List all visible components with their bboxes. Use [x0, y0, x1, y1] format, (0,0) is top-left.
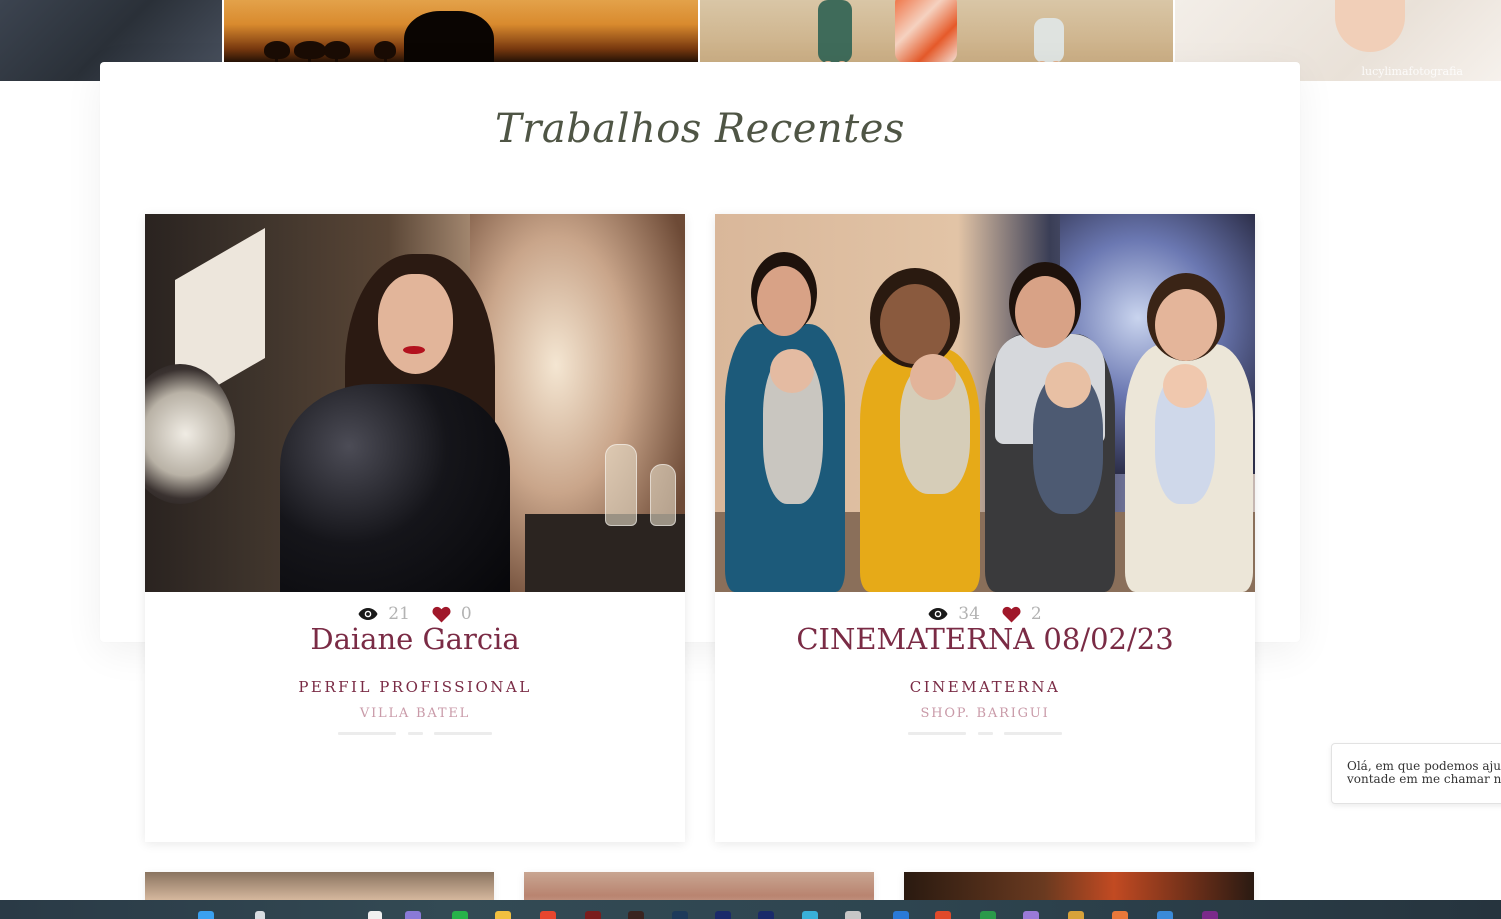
taskbar-app-icon[interactable] — [585, 911, 601, 919]
work-card-body: Daiane Garcia PERFIL PROFISSIONAL VILLA … — [145, 592, 685, 842]
taskbar-app-icon[interactable] — [1023, 911, 1039, 919]
search-icon[interactable] — [255, 911, 265, 919]
taskbar-app-icon[interactable] — [540, 911, 556, 919]
work-card-location: VILLA BATEL — [359, 706, 471, 721]
section-title: Trabalhos Recentes — [495, 106, 905, 152]
photo-credit-watermark: lucylimafotografia — [1361, 65, 1464, 78]
work-card-location: SHOP. BARIGUI — [920, 706, 1050, 721]
work-card-body: CINEMATERNA 08/02/23 CINEMATERNA SHOP. B… — [715, 592, 1255, 842]
likes-count: 0 — [460, 604, 472, 624]
divider — [908, 732, 966, 735]
work-card-category[interactable]: CINEMATERNA — [715, 678, 1255, 696]
taskbar-app-icon[interactable] — [495, 911, 511, 919]
work-card[interactable]: Daiane Garcia PERFIL PROFISSIONAL VILLA … — [145, 214, 685, 842]
taskbar-app-icon[interactable] — [1202, 911, 1218, 919]
likes-stat[interactable]: 2 — [1002, 604, 1042, 624]
page: lucylimafotografia Trabalhos Recentes Da… — [0, 0, 1501, 919]
taskbar-app-icon[interactable] — [1112, 911, 1128, 919]
work-card-title[interactable]: Daiane Garcia — [145, 622, 685, 656]
taskbar-app-icon[interactable] — [672, 911, 688, 919]
divider — [434, 732, 492, 735]
work-card-category[interactable]: PERFIL PROFISSIONAL — [145, 678, 685, 696]
taskbar-app-icon[interactable] — [935, 911, 951, 919]
taskbar-app-icon[interactable] — [1157, 911, 1173, 919]
taskbar-app-icon[interactable] — [715, 911, 731, 919]
views-stat: 21 — [358, 604, 410, 624]
divider — [978, 732, 993, 735]
divider — [408, 732, 423, 735]
os-taskbar — [0, 900, 1501, 919]
work-card-stats: 34 2 — [715, 604, 1255, 624]
taskbar-app-icon[interactable] — [628, 911, 644, 919]
eye-icon — [928, 607, 948, 621]
taskbar-app-icon[interactable] — [1068, 911, 1084, 919]
taskbar-app-icon[interactable] — [758, 911, 774, 919]
work-card-stats: 21 0 — [145, 604, 685, 624]
taskbar-app-icon[interactable] — [452, 911, 468, 919]
work-card-photo[interactable] — [715, 214, 1255, 592]
views-stat: 34 — [928, 604, 980, 624]
taskbar-app-icon[interactable] — [980, 911, 996, 919]
chat-message-line: vontade em me chamar no — [1347, 772, 1501, 786]
taskbar-app-icon[interactable] — [802, 911, 818, 919]
heart-icon[interactable] — [432, 606, 451, 623]
taskbar-app-icon[interactable] — [405, 911, 421, 919]
views-count: 21 — [388, 604, 410, 624]
work-card-title[interactable]: CINEMATERNA 08/02/23 — [715, 622, 1255, 656]
chat-popup[interactable]: Olá, em que podemos ajud vontade em me c… — [1331, 743, 1501, 804]
taskbar-app-icon[interactable] — [845, 911, 861, 919]
chat-message-line: Olá, em que podemos ajud — [1347, 759, 1501, 773]
eye-icon — [358, 607, 378, 621]
heart-icon[interactable] — [1002, 606, 1021, 623]
work-card[interactable]: CINEMATERNA 08/02/23 CINEMATERNA SHOP. B… — [715, 214, 1255, 842]
divider — [1004, 732, 1062, 735]
taskbar-app-icon[interactable] — [368, 911, 382, 919]
divider — [338, 732, 396, 735]
windows-start-icon[interactable] — [198, 911, 214, 919]
likes-stat[interactable]: 0 — [432, 604, 472, 624]
taskbar-app-icon[interactable] — [893, 911, 909, 919]
likes-count: 2 — [1030, 604, 1042, 624]
work-card-photo[interactable] — [145, 214, 685, 592]
views-count: 34 — [958, 604, 980, 624]
